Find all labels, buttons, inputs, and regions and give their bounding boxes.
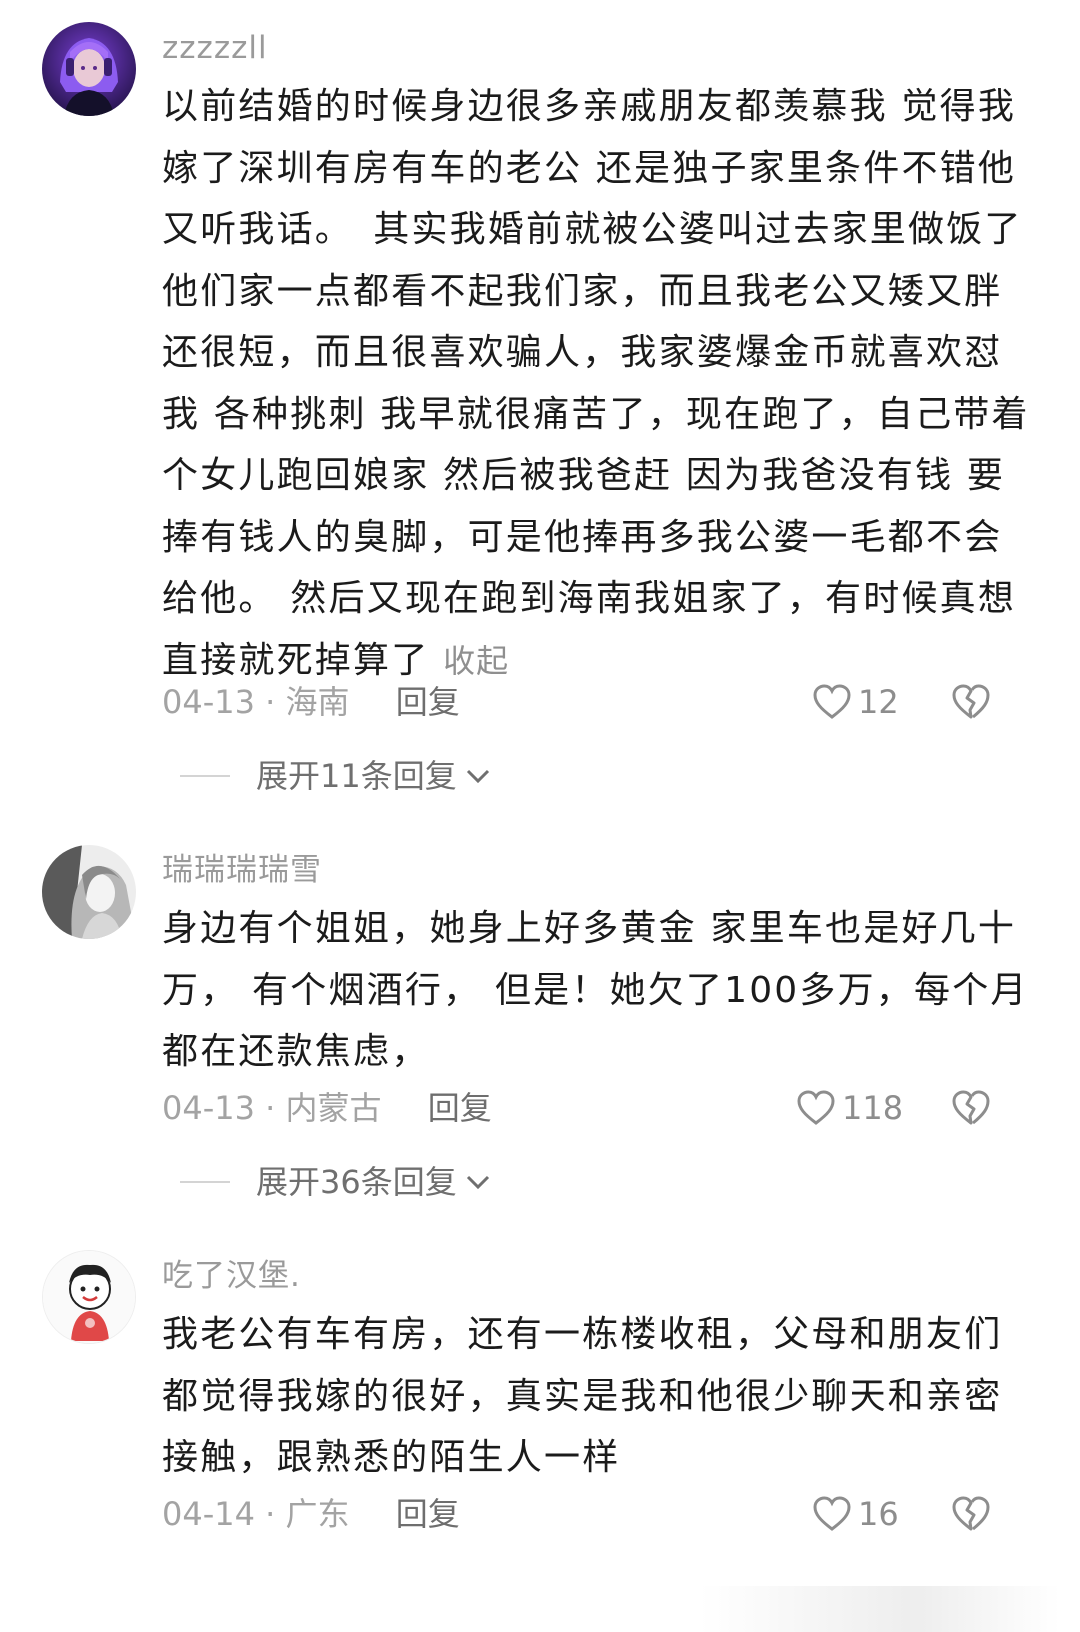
chevron-down-icon [466, 1175, 489, 1190]
like-button[interactable]: 12 [812, 682, 899, 722]
comment-date: 04-14 [162, 1495, 255, 1533]
comment-location: 海南 [285, 683, 350, 721]
expand-replies-button[interactable]: 展开36条回复 [180, 1162, 491, 1202]
dislike-button[interactable] [950, 1088, 992, 1128]
expand-replies-label: 展开36条回复 [256, 1163, 457, 1201]
chevron-down-icon [466, 769, 489, 784]
comment-body: 身边有个姐姐，她身上好多黄金 家里车也是好几十万， 有个烟酒行， 但是！她欠了1… [162, 908, 1029, 1072]
like-count: 16 [858, 1495, 899, 1533]
dislike-button[interactable] [950, 1494, 992, 1534]
username[interactable]: 瑞瑞瑞瑞雪 [162, 852, 322, 888]
username[interactable]: 吃了汉堡. [162, 1258, 301, 1294]
comment-location: 内蒙古 [285, 1089, 382, 1127]
divider [180, 1181, 230, 1183]
heart-outline-icon [813, 1496, 851, 1531]
comment-location: 广东 [285, 1495, 350, 1533]
like-count: 12 [858, 683, 899, 721]
comment-text: 身边有个姐姐，她身上好多黄金 家里车也是好几十万， 有个烟酒行， 但是！她欠了1… [162, 898, 1032, 1083]
comment-date: 04-13 [162, 1089, 255, 1127]
heart-outline-icon [813, 684, 851, 719]
comment-body: 我老公有车有房，还有一栋楼收租，父母和朋友们都觉得我嫁的很好，真实是我和他很少聊… [162, 1314, 1003, 1478]
comment-meta: 04-13 · 内蒙古 回复 [162, 1089, 492, 1127]
broken-heart-icon [952, 1496, 990, 1531]
reply-button[interactable]: 回复 [396, 683, 460, 721]
comment-text: 以前结婚的时候身边很多亲戚朋友都羡慕我 觉得我嫁了深圳有房有车的老公 还是独子家… [162, 76, 1032, 692]
comment-date: 04-13 [162, 683, 255, 721]
dislike-button[interactable] [950, 682, 992, 722]
broken-heart-icon [952, 684, 990, 719]
avatar[interactable] [42, 845, 136, 939]
avatar[interactable] [42, 1250, 136, 1344]
reply-button[interactable]: 回复 [428, 1089, 492, 1127]
expand-replies-button[interactable]: 展开11条回复 [180, 756, 491, 796]
username[interactable]: zzzzzll [162, 30, 268, 66]
collapse-link[interactable]: 收起 [443, 642, 509, 680]
like-count: 118 [842, 1089, 904, 1127]
reply-button[interactable]: 回复 [396, 1495, 460, 1533]
like-button[interactable]: 16 [812, 1494, 899, 1534]
divider [180, 775, 230, 777]
comment-text: 我老公有车有房，还有一栋楼收租，父母和朋友们都觉得我嫁的很好，真实是我和他很少聊… [162, 1304, 1032, 1489]
expand-replies-label: 展开11条回复 [256, 757, 457, 795]
watermark-fade [700, 1586, 1060, 1632]
broken-heart-icon [952, 1090, 990, 1125]
comment-meta: 04-14 · 广东 回复 [162, 1495, 460, 1533]
comment-meta: 04-13 · 海南 回复 [162, 683, 460, 721]
like-button[interactable]: 118 [796, 1088, 903, 1128]
avatar[interactable] [42, 22, 136, 116]
comment-body: 以前结婚的时候身边很多亲戚朋友都羡慕我 觉得我嫁了深圳有房有车的老公 还是独子家… [162, 86, 1030, 681]
heart-outline-icon [797, 1090, 835, 1125]
